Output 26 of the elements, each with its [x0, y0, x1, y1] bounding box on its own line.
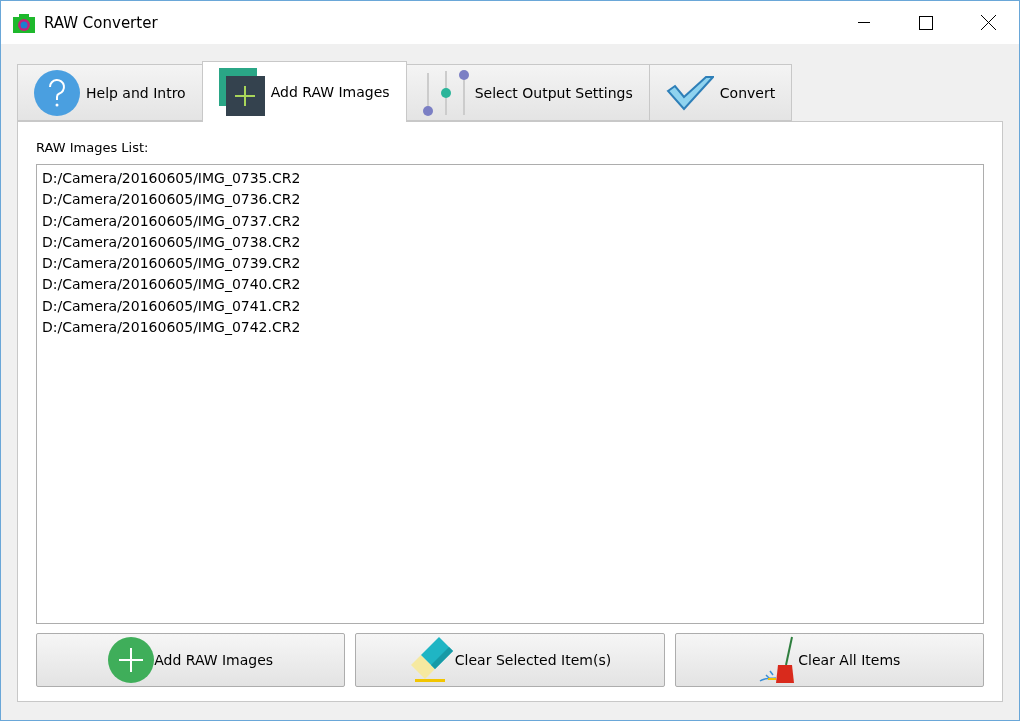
list-label: RAW Images List:	[36, 140, 150, 155]
minimize-icon	[858, 21, 870, 24]
list-item[interactable]: D:/Camera/20160605/IMG_0737.CR2	[42, 210, 301, 232]
action-button[interactable]: Clear Selected Item(s)	[355, 633, 665, 687]
checkmark-icon	[665, 74, 714, 111]
camera-icon	[13, 12, 35, 33]
list-item[interactable]: D:/Camera/20160605/IMG_0738.CR2	[42, 231, 301, 254]
question-icon	[34, 69, 80, 116]
list-item[interactable]: D:/Camera/20160605/IMG_0736.CR2	[42, 189, 301, 211]
close-icon	[980, 15, 996, 30]
action-button[interactable]: Clear All Items	[674, 633, 984, 687]
maximize-icon	[919, 15, 933, 30]
list-item[interactable]: D:/Camera/20160605/IMG_0740.CR2	[42, 274, 301, 296]
list-item[interactable]: D:/Camera/20160605/IMG_0739.CR2	[42, 253, 301, 275]
list-item[interactable]: D:/Camera/20160605/IMG_0735.CR2	[42, 168, 301, 190]
tab[interactable]: Add RAW Images	[201, 61, 407, 122]
list-item[interactable]: D:/Camera/20160605/IMG_0742.CR2	[42, 317, 301, 339]
window-title: RAW Converter	[44, 13, 159, 32]
image-list[interactable]	[36, 164, 984, 624]
tab[interactable]: Help and Intro	[17, 64, 203, 121]
tab[interactable]: Select Output Settings	[405, 64, 650, 121]
add-image-icon	[218, 68, 265, 116]
action-button[interactable]: Add RAW Images	[36, 633, 346, 687]
plus-icon	[108, 637, 155, 683]
list-item[interactable]: D:/Camera/20160605/IMG_0741.CR2	[42, 295, 301, 318]
tab[interactable]: Convert	[648, 64, 793, 121]
